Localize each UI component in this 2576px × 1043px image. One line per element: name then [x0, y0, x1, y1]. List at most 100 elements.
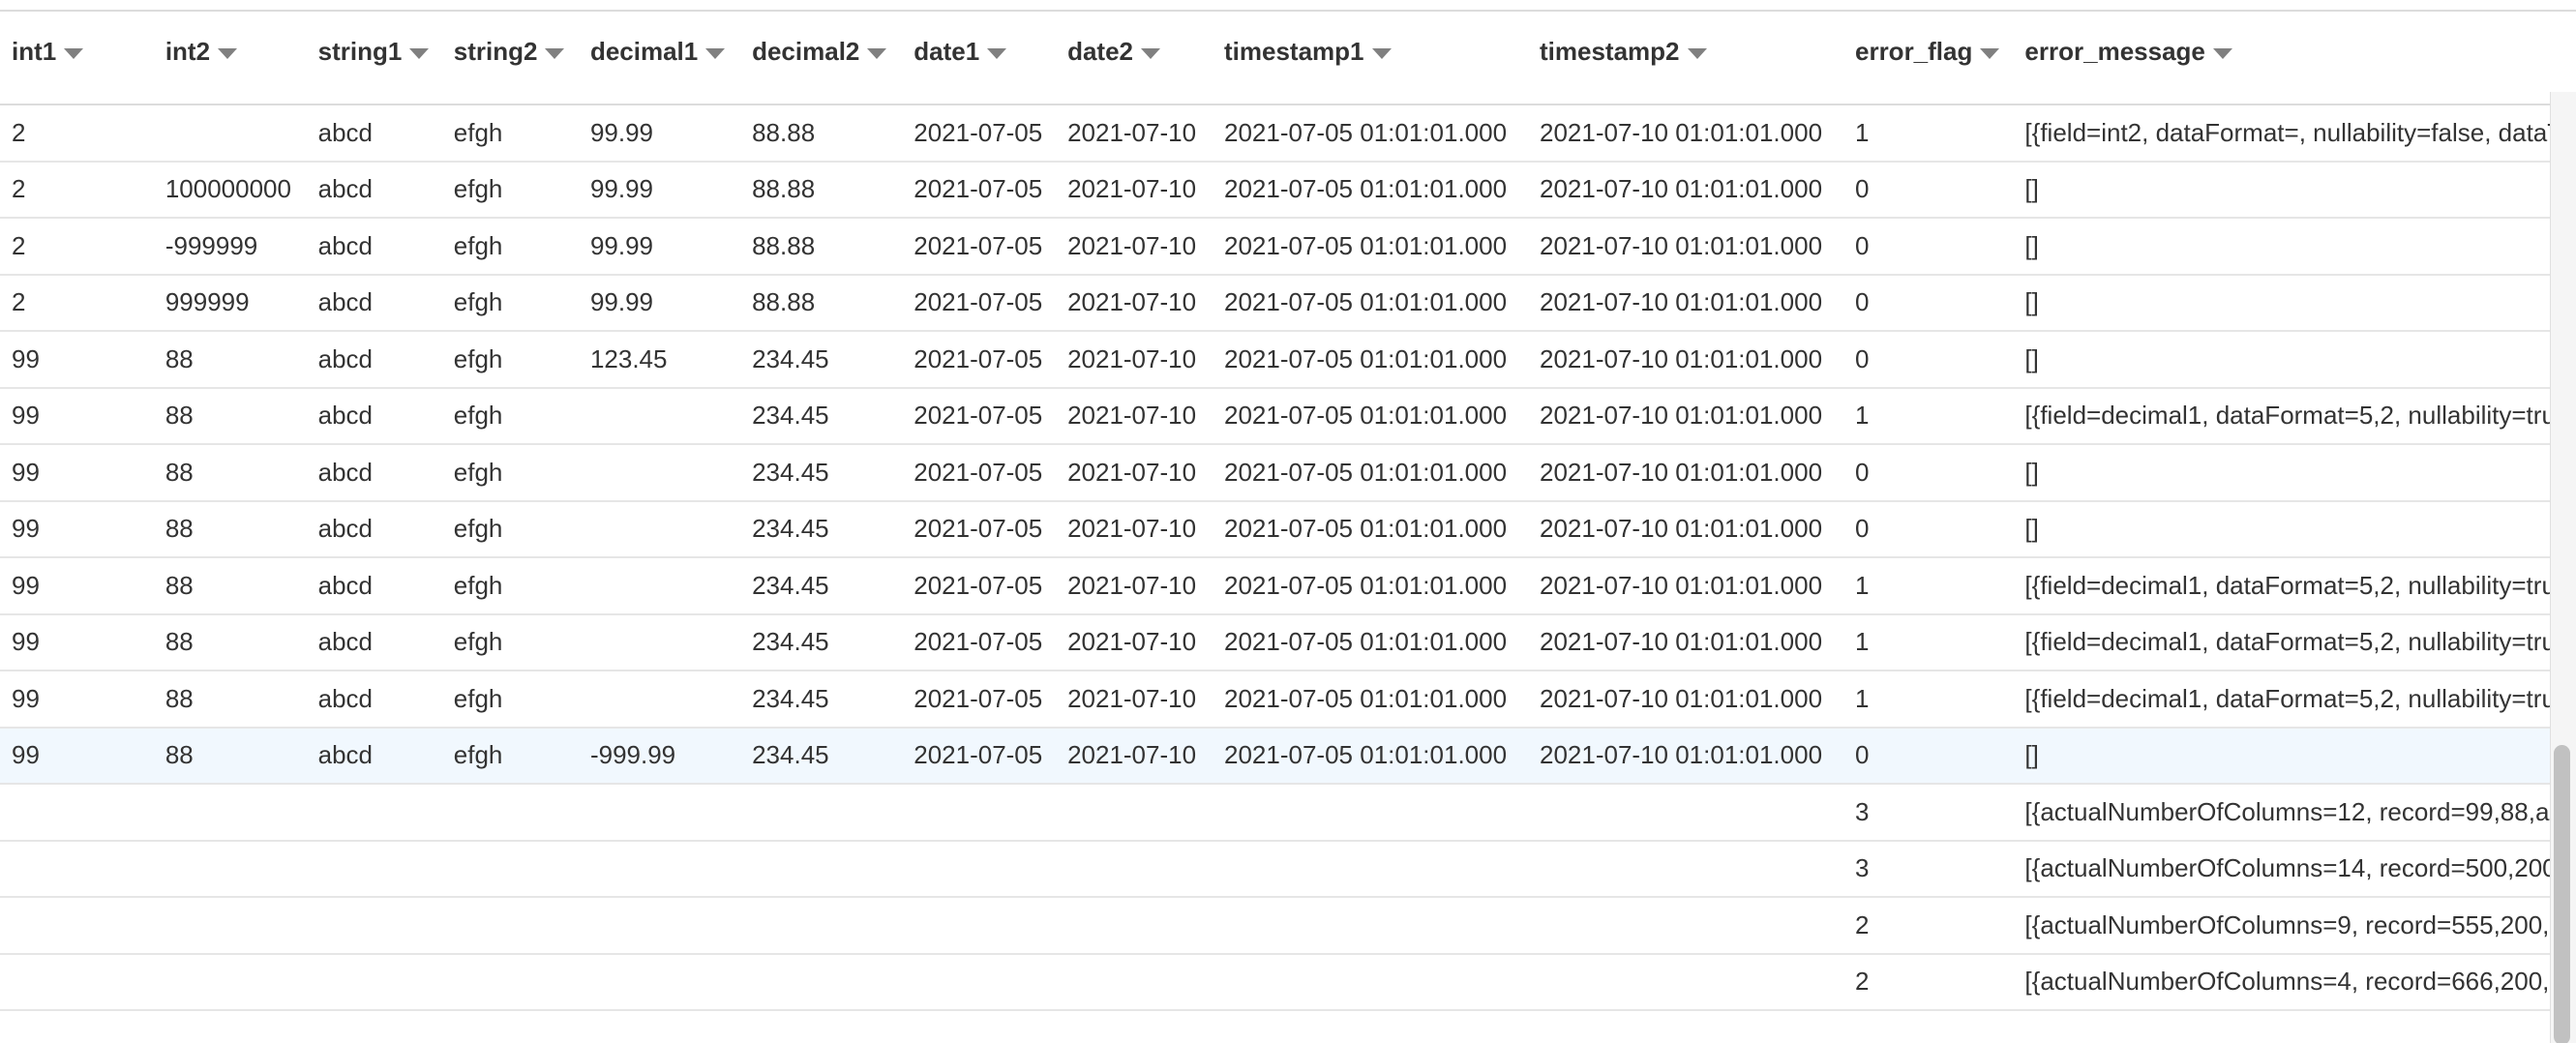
cell-timestamp2 — [1528, 897, 1843, 955]
cell-timestamp2: 2021-07-10 01:01:01.000 — [1528, 218, 1843, 276]
cell-string2: efgh — [441, 387, 579, 445]
column-header-int2[interactable]: int2 — [153, 0, 307, 105]
table-row[interactable]: 99 88 abcd efgh 234.45 2021-07-05 2021-07-10 20… — [0, 613, 2550, 671]
column-header-int1[interactable]: int1 — [0, 0, 154, 105]
caret-down-icon[interactable] — [1980, 47, 2000, 59]
table-row[interactable]: 99 88 abcd efgh 123.45 234.45 2021-07-05 2021-0… — [0, 331, 2550, 389]
cell-error-message: [] — [2013, 161, 2550, 219]
column-header-error-flag[interactable]: error_flag — [1842, 0, 2014, 105]
caret-down-icon[interactable] — [705, 47, 726, 59]
table-row[interactable]: 99 88 abcd efgh 234.45 2021-07-05 2021-07-10 20… — [0, 500, 2550, 558]
cell-string1: abcd — [306, 218, 442, 276]
cell-int2: 100000000 — [153, 161, 307, 219]
caret-down-icon[interactable] — [409, 47, 430, 59]
cell-date1: 2021-07-05 — [902, 613, 1057, 671]
table-row[interactable]: 3 [{actualNumberOfColumns=12, record=99,8… — [0, 784, 2550, 842]
cell-date2: 2021-07-10 — [1056, 161, 1213, 219]
cell-timestamp1: 2021-07-05 01:01:01.000 — [1213, 727, 1528, 785]
cell-date2: 2021-07-10 — [1056, 613, 1213, 671]
caret-down-icon[interactable] — [867, 47, 887, 59]
cell-string1 — [306, 784, 442, 842]
cell-timestamp2 — [1528, 953, 1843, 1011]
cell-date2 — [1056, 840, 1213, 898]
cell-timestamp1: 2021-07-05 01:01:01.000 — [1213, 218, 1528, 276]
cell-date1: 2021-07-05 — [902, 670, 1057, 729]
table-row[interactable]: 2 [{actualNumberOfColumns=9, record=555,2… — [0, 897, 2550, 955]
cell-date1 — [902, 840, 1057, 898]
cell-date2: 2021-07-10 — [1056, 500, 1213, 558]
column-header-decimal2[interactable]: decimal2 — [740, 0, 903, 105]
table-row[interactable]: 2 -999999 abcd efgh 99.99 88.88 2021-07-05 2021… — [0, 218, 2550, 276]
cell-string1: abcd — [306, 387, 442, 445]
table-row[interactable]: 99 88 abcd efgh 234.45 2021-07-05 2021-07-10 20… — [0, 557, 2550, 615]
cell-error-message: [{field=decimal1, dataFormat=5,2, nullab… — [2013, 387, 2550, 445]
table-row[interactable]: 2 [{actualNumberOfColumns=4, record=666,2… — [0, 953, 2550, 1011]
column-header-label: string1 — [317, 37, 403, 66]
cell-timestamp2: 2021-07-10 01:01:01.000 — [1528, 670, 1843, 729]
cell-date1: 2021-07-05 — [902, 444, 1057, 502]
cell-int1: 99 — [0, 444, 154, 502]
caret-down-icon[interactable] — [1371, 47, 1392, 59]
cell-error-message: [{field=decimal1, dataFormat=5,2, nullab… — [2013, 613, 2550, 671]
cell-date2 — [1056, 897, 1213, 955]
table-row[interactable]: 2 100000000 abcd efgh 99.99 88.88 2021-07-05 20… — [0, 161, 2550, 219]
column-header-label: int2 — [165, 37, 211, 66]
vertical-scrollbar-thumb[interactable] — [2554, 745, 2570, 1043]
cell-decimal1 — [578, 784, 741, 842]
cell-decimal1: 99.99 — [578, 218, 741, 276]
column-header-timestamp1[interactable]: timestamp1 — [1213, 0, 1528, 105]
cell-error-flag: 3 — [1842, 840, 2014, 898]
cell-error-flag: 2 — [1842, 953, 2014, 1011]
caret-down-icon[interactable] — [545, 47, 565, 59]
cell-int1: 99 — [0, 670, 154, 729]
table-row[interactable]: 99 88 abcd efgh 234.45 2021-07-05 2021-07-10 20… — [0, 670, 2550, 729]
table-row[interactable]: 99 88 abcd efgh 234.45 2021-07-05 2021-07-10 20… — [0, 387, 2550, 445]
cell-int2: 88 — [153, 670, 307, 729]
table-row[interactable]: 2 abcd efgh 99.99 88.88 2021-07-05 2021-07-10 2… — [0, 104, 2550, 163]
cell-error-flag: 0 — [1842, 500, 2014, 558]
table-row[interactable]: 2 999999 abcd efgh 99.99 88.88 2021-07-05 2021-… — [0, 274, 2550, 332]
column-header-date1[interactable]: date1 — [902, 0, 1057, 105]
table-row[interactable]: 3 [{actualNumberOfColumns=14, record=500,… — [0, 840, 2550, 898]
cell-string2 — [441, 840, 579, 898]
cell-string1: abcd — [306, 727, 442, 785]
cell-decimal2: 234.45 — [740, 331, 903, 389]
cell-error-flag: 1 — [1842, 670, 2014, 729]
column-header-label: error_flag — [1854, 37, 1973, 66]
caret-down-icon[interactable] — [218, 47, 238, 59]
cell-date2: 2021-07-10 — [1056, 331, 1213, 389]
column-header-decimal1[interactable]: decimal1 — [578, 0, 741, 105]
table-row[interactable]: 99 88 abcd efgh 234.45 2021-07-05 2021-07-10 20… — [0, 444, 2550, 502]
caret-down-icon[interactable] — [1140, 47, 1160, 59]
cell-decimal1 — [578, 897, 741, 955]
cell-int2: 88 — [153, 613, 307, 671]
cell-string2: efgh — [441, 331, 579, 389]
column-header-timestamp2[interactable]: timestamp2 — [1528, 0, 1843, 105]
column-header-label: date2 — [1067, 37, 1133, 66]
cell-string1: abcd — [306, 557, 442, 615]
column-header-string2[interactable]: string2 — [441, 0, 579, 105]
cell-decimal2: 234.45 — [740, 387, 903, 445]
cell-timestamp1: 2021-07-05 01:01:01.000 — [1213, 500, 1528, 558]
cell-date2: 2021-07-10 — [1056, 727, 1213, 785]
cell-decimal2: 234.45 — [740, 613, 903, 671]
caret-down-icon[interactable] — [987, 47, 1007, 59]
cell-decimal1: 99.99 — [578, 274, 741, 332]
cell-timestamp2 — [1528, 784, 1843, 842]
table-row[interactable]: 99 88 abcd efgh -999.99 234.45 2021-07-05 2021-… — [0, 727, 2550, 785]
column-header-error-message[interactable]: error_message — [2013, 0, 2550, 105]
column-header-label: timestamp2 — [1540, 37, 1680, 66]
caret-down-icon[interactable] — [1687, 47, 1707, 59]
cell-timestamp1 — [1213, 840, 1528, 898]
caret-down-icon[interactable] — [64, 47, 84, 59]
cell-string1: abcd — [306, 613, 442, 671]
cell-error-flag: 0 — [1842, 274, 2014, 332]
cell-decimal2 — [740, 897, 903, 955]
column-header-string1[interactable]: string1 — [306, 0, 442, 105]
cell-string2: efgh — [441, 670, 579, 729]
cell-timestamp2: 2021-07-10 01:01:01.000 — [1528, 104, 1843, 163]
cell-timestamp2: 2021-07-10 01:01:01.000 — [1528, 557, 1843, 615]
column-header-date2[interactable]: date2 — [1056, 0, 1213, 105]
cell-error-flag: 1 — [1842, 104, 2014, 163]
caret-down-icon[interactable] — [2212, 47, 2232, 59]
